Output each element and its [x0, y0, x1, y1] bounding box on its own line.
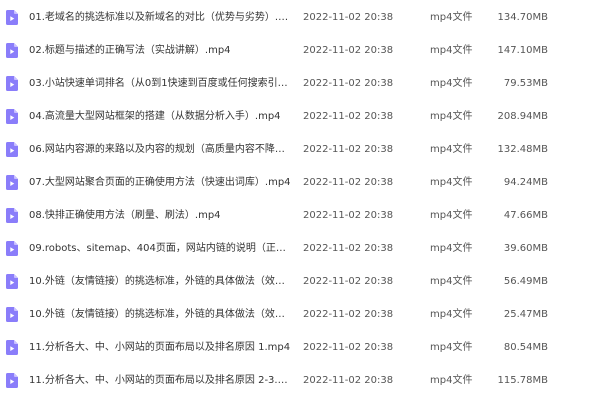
file-name: 07.大型网站聚合页面的正确使用方法（快速出词库）.mp4: [29, 177, 291, 188]
file-type: mp4文件: [430, 210, 473, 221]
file-date: 2022-11-02 20:38: [303, 78, 394, 89]
file-type: mp4文件: [430, 111, 473, 122]
video-file-icon: [6, 109, 18, 124]
file-size: 80.54MB: [503, 342, 548, 353]
file-row[interactable]: 11.分析各大、中、小网站的页面布局以及排名原因 2-3.mp4 2022-11…: [0, 364, 600, 397]
file-row[interactable]: 08.快排正确使用方法（刷量、刷法）.mp4 2022-11-02 20:38 …: [0, 199, 600, 232]
file-date: 2022-11-02 20:38: [303, 45, 394, 56]
file-type: mp4文件: [430, 144, 473, 155]
file-size: 115.78MB: [497, 375, 548, 386]
file-name: 09.robots、sitemap、404页面，网站内链的说明（正确写法）.mp…: [29, 243, 291, 254]
file-name: 10.外链（友情链接）的挑选标准，外链的具体做法（效果）2.mp4: [29, 309, 291, 320]
video-file-icon: [6, 241, 18, 256]
file-row[interactable]: 03.小站快速单词排名（从0到1快速到百度或任何搜索引擎首页）.mp4 2022…: [0, 67, 600, 100]
file-date: 2022-11-02 20:38: [303, 342, 394, 353]
file-type: mp4文件: [430, 375, 473, 386]
file-name: 08.快排正确使用方法（刷量、刷法）.mp4: [29, 210, 221, 221]
file-type: mp4文件: [430, 45, 473, 56]
video-file-icon: [6, 10, 18, 25]
file-name: 06.网站内容源的来路以及内容的规划（高质量内容不降权）.mp4: [29, 144, 291, 155]
file-type: mp4文件: [430, 177, 473, 188]
file-date: 2022-11-02 20:38: [303, 375, 394, 386]
file-size: 94.24MB: [503, 177, 548, 188]
file-date: 2022-11-02 20:38: [303, 144, 394, 155]
video-file-icon: [6, 76, 18, 91]
video-file-icon: [6, 43, 18, 58]
file-row[interactable]: 04.高流量大型网站框架的搭建（从数据分析入手）.mp4 2022-11-02 …: [0, 100, 600, 133]
file-date: 2022-11-02 20:38: [303, 309, 394, 320]
file-date: 2022-11-02 20:38: [303, 177, 394, 188]
file-size: 47.66MB: [503, 210, 548, 221]
file-size: 25.47MB: [503, 309, 548, 320]
file-type: mp4文件: [430, 12, 473, 23]
video-file-icon: [6, 307, 18, 322]
file-row[interactable]: 09.robots、sitemap、404页面，网站内链的说明（正确写法）.mp…: [0, 232, 600, 265]
file-name: 03.小站快速单词排名（从0到1快速到百度或任何搜索引擎首页）.mp4: [29, 78, 291, 89]
file-name: 10.外链（友情链接）的挑选标准，外链的具体做法（效果）.mp4: [29, 276, 291, 287]
file-row[interactable]: 10.外链（友情链接）的挑选标准，外链的具体做法（效果）.mp4 2022-11…: [0, 265, 600, 298]
file-list: 01.老域名的挑选标准以及新域名的对比（优势与劣势）.mp4 2022-11-0…: [0, 0, 600, 400]
file-type: mp4文件: [430, 309, 473, 320]
file-name: 01.老域名的挑选标准以及新域名的对比（优势与劣势）.mp4: [29, 12, 291, 23]
file-row[interactable]: 11.分析各大、中、小网站的页面布局以及排名原因 1.mp4 2022-11-0…: [0, 331, 600, 364]
file-date: 2022-11-02 20:38: [303, 111, 394, 122]
file-type: mp4文件: [430, 243, 473, 254]
file-size: 134.70MB: [497, 12, 548, 23]
video-file-icon: [6, 373, 18, 388]
file-row[interactable]: 01.老域名的挑选标准以及新域名的对比（优势与劣势）.mp4 2022-11-0…: [0, 1, 600, 34]
video-file-icon: [6, 175, 18, 190]
file-name: 11.分析各大、中、小网站的页面布局以及排名原因 2-3.mp4: [29, 375, 291, 386]
file-name: 11.分析各大、中、小网站的页面布局以及排名原因 1.mp4: [29, 342, 291, 353]
file-size: 56.49MB: [503, 276, 548, 287]
file-date: 2022-11-02 20:38: [303, 243, 394, 254]
file-date: 2022-11-02 20:38: [303, 210, 394, 221]
file-size: 132.48MB: [497, 144, 548, 155]
file-row[interactable]: 06.网站内容源的来路以及内容的规划（高质量内容不降权）.mp4 2022-11…: [0, 133, 600, 166]
file-type: mp4文件: [430, 276, 473, 287]
file-date: 2022-11-02 20:38: [303, 12, 394, 23]
video-file-icon: [6, 340, 18, 355]
file-size: 147.10MB: [497, 45, 548, 56]
file-date: 2022-11-02 20:38: [303, 276, 394, 287]
video-file-icon: [6, 142, 18, 157]
file-size: 208.94MB: [497, 111, 548, 122]
file-type: mp4文件: [430, 78, 473, 89]
video-file-icon: [6, 208, 18, 223]
file-type: mp4文件: [430, 342, 473, 353]
file-size: 79.53MB: [503, 78, 548, 89]
file-row[interactable]: 10.外链（友情链接）的挑选标准，外链的具体做法（效果）2.mp4 2022-1…: [0, 298, 600, 331]
file-name: 02.标题与描述的正确写法（实战讲解）.mp4: [29, 45, 231, 56]
file-name: 04.高流量大型网站框架的搭建（从数据分析入手）.mp4: [29, 111, 281, 122]
file-row[interactable]: 07.大型网站聚合页面的正确使用方法（快速出词库）.mp4 2022-11-02…: [0, 166, 600, 199]
file-row[interactable]: 02.标题与描述的正确写法（实战讲解）.mp4 2022-11-02 20:38…: [0, 34, 600, 67]
video-file-icon: [6, 274, 18, 289]
file-size: 39.60MB: [503, 243, 548, 254]
